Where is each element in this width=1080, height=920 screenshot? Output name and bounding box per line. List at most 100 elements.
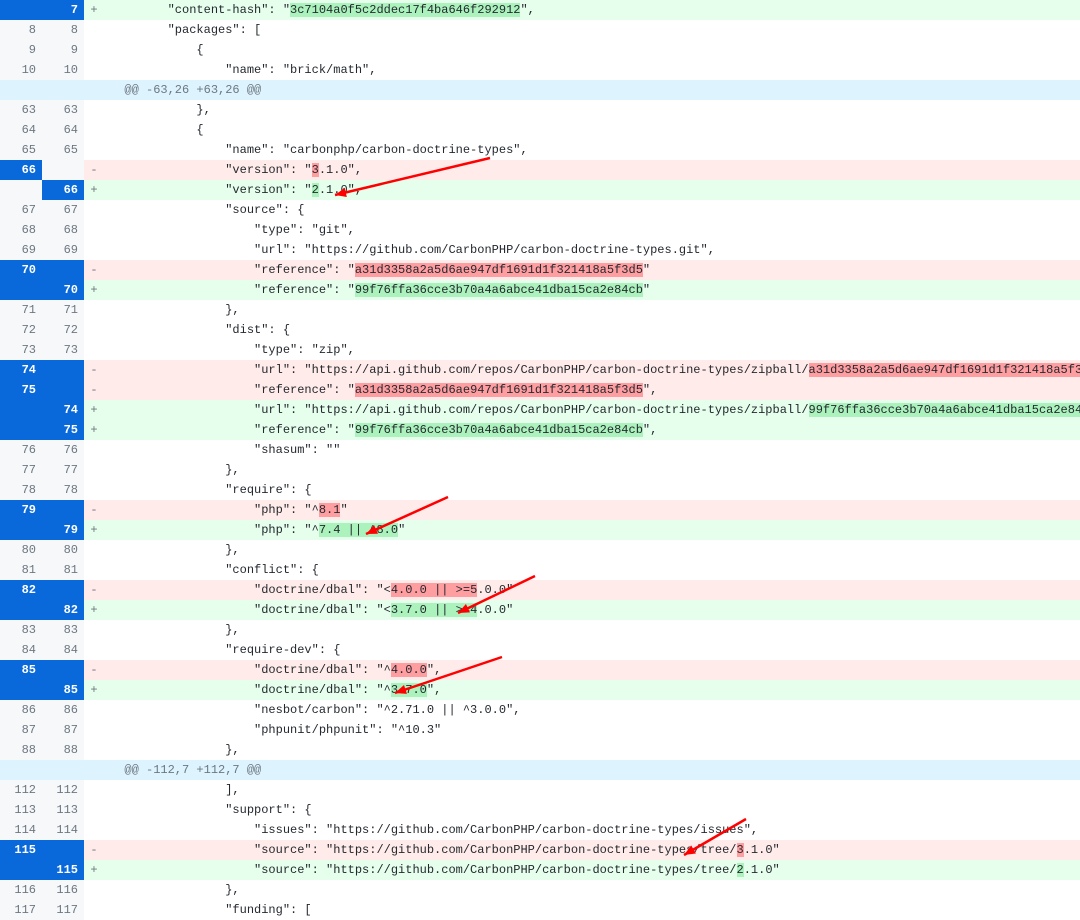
code-cell[interactable]: "url": "https://github.com/CarbonPHP/car… (104, 240, 1080, 260)
diff-row[interactable]: 6464 { (0, 120, 1080, 140)
new-line-num[interactable] (42, 380, 84, 400)
diff-row[interactable]: 8383 }, (0, 620, 1080, 640)
new-line-num[interactable] (42, 840, 84, 860)
old-line-num[interactable]: 117 (0, 900, 42, 920)
old-line-num[interactable] (0, 600, 42, 620)
new-line-num[interactable] (42, 500, 84, 520)
new-line-num[interactable]: 73 (42, 340, 84, 360)
diff-row[interactable]: 7676 "shasum": "" (0, 440, 1080, 460)
old-line-num[interactable]: 87 (0, 720, 42, 740)
new-line-num[interactable]: 64 (42, 120, 84, 140)
old-line-num[interactable]: 88 (0, 740, 42, 760)
code-cell[interactable]: }, (104, 540, 1080, 560)
new-line-num[interactable]: 75 (42, 420, 84, 440)
diff-row[interactable]: 113113 "support": { (0, 800, 1080, 820)
new-line-num[interactable]: 7 (42, 0, 84, 20)
old-line-num[interactable]: 72 (0, 320, 42, 340)
old-line-num[interactable]: 79 (0, 500, 42, 520)
old-line-num[interactable]: 75 (0, 380, 42, 400)
old-line-num[interactable]: 68 (0, 220, 42, 240)
new-line-num[interactable]: 69 (42, 240, 84, 260)
new-line-num[interactable]: 113 (42, 800, 84, 820)
new-line-num[interactable]: 74 (42, 400, 84, 420)
new-line-num[interactable] (42, 580, 84, 600)
old-line-num[interactable]: 115 (0, 840, 42, 860)
old-line-num[interactable]: 67 (0, 200, 42, 220)
diff-row[interactable]: 8787 "phpunit/phpunit": "^10.3" (0, 720, 1080, 740)
diff-row[interactable]: 75+ "reference": "99f76ffa36cce3b70a4a6a… (0, 420, 1080, 440)
code-cell[interactable]: "require-dev": { (104, 640, 1080, 660)
code-cell[interactable]: "doctrine/dbal": "^4.0.0", (104, 660, 1080, 680)
old-line-num[interactable]: 63 (0, 100, 42, 120)
old-line-num[interactable] (0, 400, 42, 420)
code-cell[interactable]: "reference": "99f76ffa36cce3b70a4a6abce4… (104, 420, 1080, 440)
code-cell[interactable]: "type": "zip", (104, 340, 1080, 360)
new-line-num[interactable] (42, 660, 84, 680)
diff-row[interactable]: 66- "version": "3.1.0", (0, 160, 1080, 180)
new-line-num[interactable]: 117 (42, 900, 84, 920)
code-cell[interactable]: { (104, 120, 1080, 140)
diff-row[interactable]: 82- "doctrine/dbal": "<4.0.0 || >=5.0.0" (0, 580, 1080, 600)
diff-row[interactable]: 8484 "require-dev": { (0, 640, 1080, 660)
code-cell[interactable]: "dist": { (104, 320, 1080, 340)
code-cell[interactable]: }, (104, 300, 1080, 320)
code-cell[interactable]: "phpunit/phpunit": "^10.3" (104, 720, 1080, 740)
old-line-num[interactable] (0, 680, 42, 700)
old-line-num[interactable]: 113 (0, 800, 42, 820)
old-line-num[interactable] (0, 280, 42, 300)
old-line-num[interactable]: 71 (0, 300, 42, 320)
old-line-num[interactable]: 69 (0, 240, 42, 260)
code-cell[interactable]: "reference": "a31d3358a2a5d6ae947df1691d… (104, 260, 1080, 280)
old-line-num[interactable] (0, 860, 42, 880)
code-cell[interactable]: }, (104, 460, 1080, 480)
diff-row[interactable]: 6868 "type": "git", (0, 220, 1080, 240)
old-line-num[interactable]: 73 (0, 340, 42, 360)
old-line-num[interactable] (0, 520, 42, 540)
code-cell[interactable]: "nesbot/carbon": "^2.71.0 || ^3.0.0", (104, 700, 1080, 720)
new-line-num[interactable]: 77 (42, 460, 84, 480)
new-line-num[interactable]: 10 (42, 60, 84, 80)
new-line-num[interactable]: 114 (42, 820, 84, 840)
code-cell[interactable]: "doctrine/dbal": "<4.0.0 || >=5.0.0" (104, 580, 1080, 600)
diff-row[interactable]: 85- "doctrine/dbal": "^4.0.0", (0, 660, 1080, 680)
new-line-num[interactable]: 115 (42, 860, 84, 880)
old-line-num[interactable]: 66 (0, 160, 42, 180)
diff-row[interactable]: 6565 "name": "carbonphp/carbon-doctrine-… (0, 140, 1080, 160)
new-line-num[interactable]: 70 (42, 280, 84, 300)
old-line-num[interactable]: 81 (0, 560, 42, 580)
code-cell[interactable]: "name": "brick/math", (104, 60, 1080, 80)
old-line-num[interactable]: 85 (0, 660, 42, 680)
new-line-num[interactable]: 78 (42, 480, 84, 500)
old-line-num[interactable]: 114 (0, 820, 42, 840)
new-line-num[interactable]: 112 (42, 780, 84, 800)
code-cell[interactable]: }, (104, 740, 1080, 760)
old-line-num[interactable]: 9 (0, 40, 42, 60)
diff-row[interactable]: 116116 }, (0, 880, 1080, 900)
old-line-num[interactable]: 112 (0, 780, 42, 800)
diff-row[interactable]: 70+ "reference": "99f76ffa36cce3b70a4a6a… (0, 280, 1080, 300)
code-cell[interactable]: }, (104, 620, 1080, 640)
code-cell[interactable]: "reference": "a31d3358a2a5d6ae947df1691d… (104, 380, 1080, 400)
diff-row[interactable]: 75- "reference": "a31d3358a2a5d6ae947df1… (0, 380, 1080, 400)
new-line-num[interactable]: 81 (42, 560, 84, 580)
old-line-num[interactable]: 70 (0, 260, 42, 280)
old-line-num[interactable]: 77 (0, 460, 42, 480)
old-line-num[interactable]: 84 (0, 640, 42, 660)
diff-row[interactable]: 6767 "source": { (0, 200, 1080, 220)
new-line-num[interactable]: 80 (42, 540, 84, 560)
diff-row[interactable]: 112112 ], (0, 780, 1080, 800)
old-line-num[interactable]: 116 (0, 880, 42, 900)
code-cell[interactable]: "source": "https://github.com/CarbonPHP/… (104, 860, 1080, 880)
diff-row[interactable]: 114114 "issues": "https://github.com/Car… (0, 820, 1080, 840)
new-line-num[interactable]: 79 (42, 520, 84, 540)
code-cell[interactable]: "content-hash": "3c7104a0f5c2ddec17f4ba6… (104, 0, 1080, 20)
code-cell[interactable]: "require": { (104, 480, 1080, 500)
diff-row[interactable]: 7171 }, (0, 300, 1080, 320)
new-line-num[interactable] (42, 160, 84, 180)
code-cell[interactable]: "source": { (104, 200, 1080, 220)
old-line-num[interactable]: 78 (0, 480, 42, 500)
diff-row[interactable]: @@ -112,7 +112,7 @@ (0, 760, 1080, 780)
code-cell[interactable]: "funding": [ (104, 900, 1080, 920)
code-cell[interactable]: "support": { (104, 800, 1080, 820)
new-line-num[interactable]: 65 (42, 140, 84, 160)
